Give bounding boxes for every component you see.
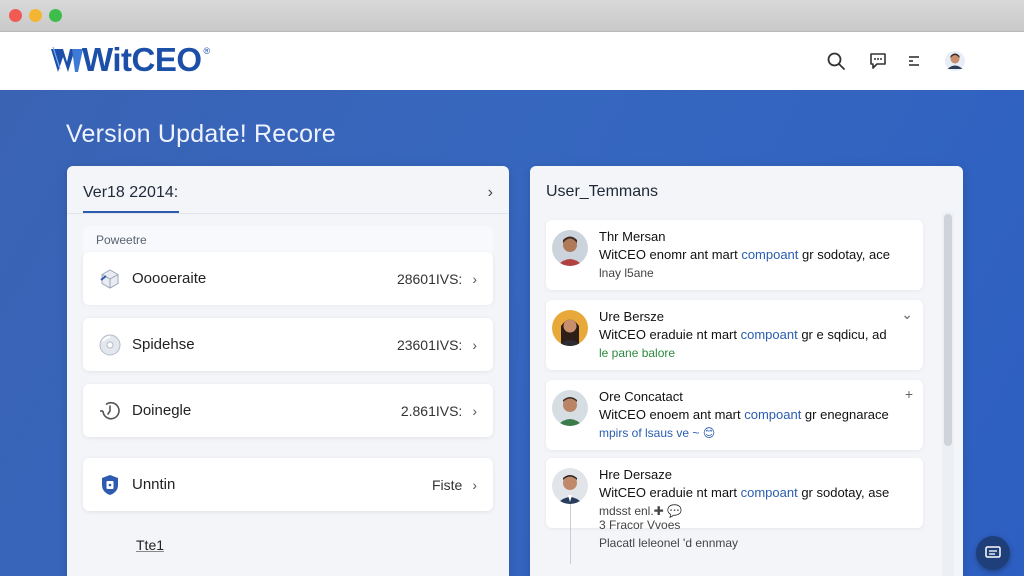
- brand-logo-mark-icon: [51, 46, 83, 72]
- user-avatar[interactable]: [943, 49, 967, 73]
- version-row-label: Ooooeraite: [132, 270, 207, 287]
- chat-icon[interactable]: [866, 49, 890, 73]
- user-message[interactable]: Ure Bersze ⌄ WitCEO eraduie nt mart comp…: [546, 300, 923, 370]
- version-row-ooooeraite[interactable]: Ooooeraite 28601IVS: ›: [83, 252, 493, 305]
- page-title: Version Update! Recore: [66, 120, 336, 148]
- user-name: Ore Concatact: [599, 389, 683, 404]
- cube-icon: [97, 266, 123, 292]
- avatar: [552, 468, 588, 504]
- version-row-value: 28601IVS:: [396, 270, 463, 287]
- avatar: [552, 230, 588, 266]
- user-panel: User_Temmans Thr Mersan WitCEO enomr ant…: [530, 166, 963, 576]
- window-zoom-button[interactable]: [49, 9, 62, 22]
- user-name: Ure Bersze: [599, 309, 665, 324]
- window-close-button[interactable]: [9, 9, 22, 22]
- thread-line: [570, 504, 571, 564]
- message-link[interactable]: compoant: [744, 407, 801, 422]
- chevron-right-icon[interactable]: ›: [488, 184, 493, 202]
- chevron-down-icon[interactable]: ⌄: [901, 306, 913, 323]
- app-header: WitCEO ®: [0, 32, 1024, 90]
- menu-icon[interactable]: [902, 49, 926, 73]
- message-text: WitCEO eraduie nt mart compoant gr e sqd…: [599, 327, 887, 342]
- brand-name: WitCEO: [82, 41, 202, 78]
- avatar: [552, 390, 588, 426]
- search-icon[interactable]: [824, 49, 848, 73]
- scrollbar-thumb[interactable]: [944, 214, 952, 446]
- chevron-right-icon: ›: [472, 336, 477, 353]
- version-row-label: Spidehse: [132, 336, 195, 353]
- message-link[interactable]: compoant: [741, 327, 798, 342]
- version-heading[interactable]: Ver18 22014:: [83, 184, 178, 202]
- version-row-label: Doinegle: [132, 402, 192, 419]
- chevron-right-icon: ›: [472, 402, 477, 419]
- user-message[interactable]: Ore Concatact + WitCEO enoem ant mart co…: [546, 380, 923, 450]
- message-link[interactable]: compoant: [741, 247, 798, 262]
- message-text: WitCEO eraduie nt mart compoant gr sodot…: [599, 485, 890, 500]
- thread-reply: Placatl leleonel 'd ennmay: [599, 536, 739, 550]
- history-icon: [97, 398, 123, 424]
- version-row-value: 2.861IVS:: [400, 402, 463, 419]
- message-link[interactable]: compoant: [741, 485, 798, 500]
- message-meta: lnay l5ane: [599, 266, 654, 280]
- version-row-unntin[interactable]: Unntin Fiste ›: [83, 458, 493, 511]
- user-name: Thr Mersan: [599, 229, 666, 244]
- thread-reply: 3 Fracor Vvoes: [599, 518, 681, 532]
- section-label: Poweetre: [96, 233, 147, 247]
- message-meta: mdsst enl.✚ 💬: [599, 504, 683, 518]
- message-text: WitCEO enoem ant mart compoant gr enegna…: [599, 407, 889, 422]
- plus-icon[interactable]: +: [905, 386, 913, 402]
- version-row-spidehse[interactable]: Spidehse 23601IVS: ›: [83, 318, 493, 371]
- window-titlebar: [0, 0, 1024, 32]
- chevron-right-icon: ›: [472, 270, 477, 287]
- message-fab-button[interactable]: [976, 536, 1010, 570]
- message-icon: [985, 546, 1001, 558]
- user-message[interactable]: Thr Mersan WitCEO enomr ant mart compoan…: [546, 220, 923, 290]
- message-text: WitCEO enomr ant mart compoant gr sodota…: [599, 247, 890, 262]
- footer-link[interactable]: Tte1: [136, 537, 164, 553]
- shield-icon: [97, 472, 123, 498]
- chevron-right-icon: ›: [472, 476, 477, 493]
- version-panel: Ver18 22014: › Poweetre Ooooeraite 28601…: [67, 166, 509, 576]
- user-panel-title: User_Temmans: [546, 183, 659, 200]
- message-meta: le pane balore: [599, 346, 676, 360]
- version-row-label: Unntin: [132, 476, 176, 493]
- disc-icon: [97, 332, 123, 358]
- divider: [67, 213, 509, 214]
- version-row-value: Fiste: [431, 476, 463, 493]
- message-meta: mpirs of lsaus ve ~ 😊: [599, 426, 716, 440]
- user-name: Hre Dersaze: [599, 467, 672, 482]
- version-row-value: 23601IVS:: [396, 336, 463, 353]
- avatar: [552, 310, 588, 346]
- brand-registered-mark: ®: [203, 46, 211, 56]
- window-minimize-button[interactable]: [29, 9, 42, 22]
- version-row-doinegle[interactable]: Doinegle 2.861IVS: ›: [83, 384, 493, 437]
- brand-logo[interactable]: WitCEO ®: [50, 42, 210, 78]
